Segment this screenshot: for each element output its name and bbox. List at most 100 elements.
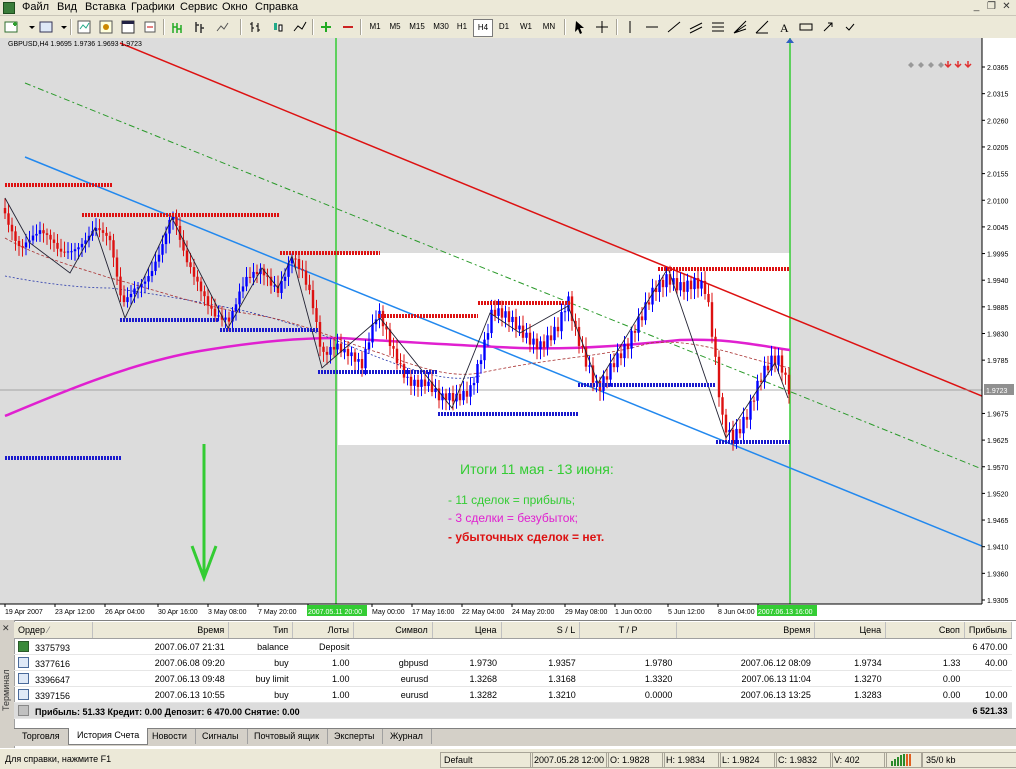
timeframe-m5[interactable]: M5: [386, 19, 404, 35]
zoom-icon[interactable]: [214, 19, 230, 35]
table-row[interactable]: 3377616 2007.06.08 09:20 buy 1.00 gbpusd…: [14, 654, 1012, 671]
line-chart-icon[interactable]: [292, 19, 308, 35]
trendline-icon[interactable]: [666, 19, 682, 35]
fibo-fan-icon[interactable]: [732, 19, 748, 35]
connection-status-icon[interactable]: [884, 752, 922, 768]
zoom-in-icon[interactable]: [318, 19, 334, 35]
menu-charts[interactable]: Графики: [131, 1, 175, 14]
col-tp[interactable]: T / P: [579, 622, 677, 639]
horizontal-line-icon[interactable]: [644, 19, 660, 35]
crosshair-icon[interactable]: [594, 19, 610, 35]
candle-body: [147, 276, 150, 282]
chart-area[interactable]: 2.0365 2.0315 2.0260 2.0205 2.0155 2.0100 2.00…: [0, 38, 1016, 620]
candle-body: [560, 311, 563, 332]
candle-body: [329, 346, 332, 355]
terminal-tabs: Торговля История Счета Новости Сигналы П…: [14, 728, 1016, 746]
timeframe-d1[interactable]: D1: [495, 19, 513, 35]
menu-file[interactable]: Файл: [22, 1, 49, 14]
col-symbol[interactable]: Символ: [353, 622, 433, 639]
restore-icon[interactable]: ❐: [985, 1, 998, 13]
candle-body: [73, 249, 77, 252]
candle-body: [479, 360, 483, 365]
text-icon[interactable]: A: [776, 19, 792, 35]
channel-icon[interactable]: [688, 19, 704, 35]
timeframe-h1[interactable]: H1: [454, 19, 470, 35]
candle-body: [105, 232, 108, 236]
candle-body: [703, 280, 707, 294]
col-lots[interactable]: Лоты: [292, 622, 354, 639]
price-tick-label: 2.0205: [987, 145, 1009, 152]
cursor-icon[interactable]: [572, 19, 588, 35]
candle-body: [98, 228, 101, 231]
gann-icon[interactable]: [754, 19, 770, 35]
tab-news[interactable]: Новости: [144, 729, 196, 744]
new-order-icon[interactable]: [170, 19, 186, 35]
candle-body: [787, 374, 791, 395]
timeframe-m30[interactable]: M30: [430, 19, 452, 35]
price-tick-label: 2.0100: [987, 198, 1009, 205]
table-row[interactable]: 3375793 2007.06.07 21:31 balance Deposit…: [14, 638, 1012, 655]
menu-window[interactable]: Окно: [222, 1, 248, 14]
timeframe-h4[interactable]: H4: [473, 19, 493, 37]
bar-chart-icon[interactable]: [248, 19, 264, 35]
market-watch-icon[interactable]: [76, 19, 92, 35]
price-tick-label: 1.9995: [987, 252, 1009, 259]
close-icon[interactable]: ✕: [1000, 1, 1013, 13]
fibonacci-icon[interactable]: [710, 19, 726, 35]
candle-body: [546, 335, 549, 348]
new-chart-icon[interactable]: [4, 19, 20, 35]
col-order[interactable]: Ордер ⁄: [14, 622, 93, 639]
tab-trade[interactable]: Торговля: [14, 729, 69, 744]
tab-account-history[interactable]: История Счета: [68, 728, 149, 745]
candle-body: [518, 325, 521, 330]
status-profile[interactable]: Default: [440, 752, 533, 768]
price-tick-label: 1.9675: [987, 411, 1009, 418]
candle-body: [367, 342, 371, 349]
candle-body: [630, 330, 633, 349]
candle-body: [24, 242, 28, 248]
col-swap[interactable]: Своп: [885, 622, 965, 639]
terminal-close-icon[interactable]: ✕: [2, 623, 10, 634]
profiles-icon[interactable]: [38, 19, 54, 35]
candle-chart-icon[interactable]: [270, 19, 286, 35]
menu-insert[interactable]: Вставка: [85, 1, 126, 14]
vertical-line-icon[interactable]: [622, 19, 638, 35]
minimize-icon[interactable]: _: [970, 1, 983, 13]
timeframe-mn[interactable]: MN: [539, 19, 559, 35]
col-close-time[interactable]: Время: [676, 622, 816, 639]
menu-help[interactable]: Справка: [255, 1, 298, 14]
label-icon[interactable]: [798, 19, 814, 35]
tab-signals[interactable]: Сигналы: [194, 729, 248, 744]
col-profit[interactable]: Прибыль: [964, 622, 1013, 639]
candle-body: [486, 333, 490, 340]
table-row[interactable]: 3397156 2007.06.13 10:55 buy 1.00 eurusd…: [14, 686, 1012, 703]
tester-icon[interactable]: [142, 19, 158, 35]
col-sl[interactable]: S / L: [501, 622, 581, 639]
zoom-out-icon[interactable]: [340, 19, 356, 35]
tab-journal[interactable]: Журнал: [382, 729, 432, 744]
timeframe-w1[interactable]: W1: [517, 19, 535, 35]
navigator-icon[interactable]: [98, 19, 114, 35]
menu-view[interactable]: Вид: [57, 1, 77, 14]
price-chart[interactable]: 2.0365 2.0315 2.0260 2.0205 2.0155 2.0100 2.00…: [0, 38, 1016, 620]
col-type[interactable]: Тип: [228, 622, 294, 639]
candle-body: [42, 230, 45, 234]
arrow-menu-icon[interactable]: [842, 19, 858, 35]
tab-mailbox[interactable]: Почтовый ящик: [246, 729, 329, 744]
col-time[interactable]: Время: [92, 622, 230, 639]
arrows-icon[interactable]: [820, 19, 836, 35]
col-close-price[interactable]: Цена: [814, 622, 887, 639]
table-row[interactable]: 3396647 2007.06.13 09:48 buy limit 1.00 …: [14, 670, 1012, 687]
tab-experts[interactable]: Эксперты: [326, 729, 384, 744]
time-tick-label: 3 May 08:00: [208, 609, 247, 616]
candle-body: [224, 317, 227, 320]
candle-body: [682, 282, 686, 292]
terminal-icon[interactable]: [120, 19, 136, 35]
timeframe-m15[interactable]: M15: [406, 19, 428, 35]
status-traffic: 35/0 kb: [922, 752, 1016, 768]
experts-icon[interactable]: [192, 19, 208, 35]
col-price[interactable]: Цена: [432, 622, 502, 639]
candle-body: [336, 343, 339, 350]
timeframe-m1[interactable]: M1: [366, 19, 384, 35]
menu-tools[interactable]: Сервис: [180, 1, 218, 14]
